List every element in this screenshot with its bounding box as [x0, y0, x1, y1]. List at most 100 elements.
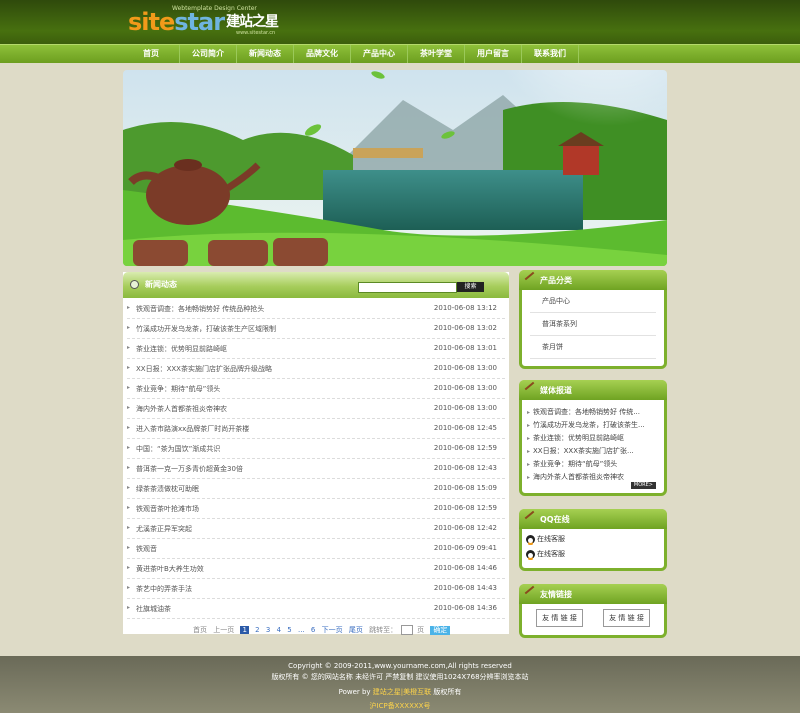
friend-links-header: 友情链接: [519, 584, 667, 604]
news-item-date: 2010-06-08 13:02: [433, 324, 497, 332]
bullet-icon: ▸: [127, 564, 131, 571]
category-item[interactable]: 产品中心: [530, 290, 656, 313]
category-item[interactable]: 普洱茶系列: [530, 313, 656, 336]
news-item-title[interactable]: 铁观音茶叶抢滩市场: [136, 504, 199, 514]
media-item[interactable]: ▸ 茶业竞争：期待“航母”领头: [522, 458, 664, 471]
news-list: ▸ 铁观音调查：各地畅销势好 传统品种抢头 2010-06-08 13:12 ▸ 竹溪成…: [123, 299, 509, 619]
news-item-title[interactable]: 绿茶茶渍做枕可助眠: [136, 484, 199, 494]
news-panel: 新闻动态 搜索 ▸ 铁观音调查：各地畅销势好 传统品种抢头 2010-06-08 1…: [123, 272, 509, 635]
news-row[interactable]: ▸ 进入茶市路演xx品牌茶厂时尚开茶楼 2010-06-08 12:45: [127, 419, 505, 439]
bullet-icon: ▸: [127, 524, 131, 531]
friend-link[interactable]: 友 情 链 接: [603, 609, 650, 627]
friend-link[interactable]: 友 情 链 接: [536, 609, 583, 627]
pager-ellipsis: ...: [297, 626, 305, 634]
pager-next[interactable]: 下一页: [322, 626, 343, 634]
pager-prev[interactable]: 上一页: [213, 626, 234, 634]
pager-goto-input[interactable]: [401, 625, 414, 635]
news-item-title[interactable]: 竹溪成功开发乌龙茶，打破该茶生产区域限制: [136, 324, 276, 334]
news-item-title[interactable]: 铁观音调查：各地畅销势好 传统品种抢头: [136, 304, 264, 314]
pager-page-2[interactable]: 2: [255, 626, 259, 634]
nav-brand[interactable]: 品牌文化: [294, 45, 351, 63]
qq-penguin-icon: [526, 534, 535, 545]
news-row[interactable]: ▸ 茶艺中的弄茶手法 2010-06-08 14:43: [127, 579, 505, 599]
news-title: 新闻动态: [145, 280, 177, 289]
bullet-icon: ▸: [527, 409, 531, 416]
pager-page-5[interactable]: 5: [287, 626, 291, 634]
bullet-icon: ▸: [527, 461, 531, 468]
news-item-title[interactable]: 黄进茶叶B大养生功效: [136, 564, 204, 574]
news-item-title[interactable]: 中国：“茶为国饮”渐成共识: [136, 444, 220, 454]
pen-icon: [524, 585, 535, 595]
header: Webtemplate Design Center sitestar 建站之星 w…: [0, 0, 800, 44]
search-input[interactable]: [358, 282, 457, 293]
news-row[interactable]: ▸ 社旗城油茶 2010-06-08 14:36: [127, 599, 505, 619]
pager-page-3[interactable]: 3: [266, 626, 270, 634]
nav-products[interactable]: 产品中心: [351, 45, 408, 63]
nav-tea-school[interactable]: 茶叶学堂: [408, 45, 465, 63]
bullet-icon: ▸: [127, 484, 131, 491]
nav-home[interactable]: 首页: [123, 45, 180, 63]
footer-power-link[interactable]: 建站之星: [373, 688, 401, 696]
media-item[interactable]: ▸ 竹溪成功开发乌龙茶，打破该茶生...: [522, 419, 664, 432]
news-row[interactable]: ▸ 竹溪成功开发乌龙茶，打破该茶生产区域限制 2010-06-08 13:02: [127, 319, 505, 339]
news-item-title[interactable]: 尤溪茶正异军突起: [136, 524, 192, 534]
news-item-title[interactable]: XX日报：XXX茶实施门店扩张品牌升级战略: [136, 364, 272, 374]
news-item-date: 2010-06-08 12:59: [433, 444, 497, 452]
news-item-title[interactable]: 海内外茶人首都茶祖炎帝神农: [136, 404, 227, 414]
news-row[interactable]: ▸ 铁观音调查：各地畅销势好 传统品种抢头 2010-06-08 13:12: [127, 299, 505, 319]
news-row[interactable]: ▸ 尤溪茶正异军突起 2010-06-08 12:42: [127, 519, 505, 539]
bullet-icon: ▸: [127, 384, 131, 391]
news-item-title[interactable]: 普洱茶一克一万多青价超黄金30倍: [136, 464, 243, 474]
friend-links-list: 友 情 链 接 友 情 链 接: [522, 604, 664, 632]
news-item-date: 2010-06-08 12:45: [433, 424, 497, 432]
pager-last[interactable]: 尾页: [349, 626, 363, 634]
nav-news[interactable]: 新闻动态: [237, 45, 294, 63]
news-row[interactable]: ▸ 海内外茶人首都茶祖炎帝神农 2010-06-08 13:00: [127, 399, 505, 419]
news-row[interactable]: ▸ 普洱茶一克一万多青价超黄金30倍 2010-06-08 12:43: [127, 459, 505, 479]
media-item[interactable]: ▸ 茶业连锁：优势明显前路崎岖: [522, 432, 664, 445]
pager-page-6[interactable]: 6: [311, 626, 315, 634]
qq-service-item[interactable]: 在线客服: [522, 547, 664, 562]
nav-about[interactable]: 公司简介: [180, 45, 237, 63]
bullet-icon: ▸: [127, 364, 131, 371]
footer-icp[interactable]: 沪ICP备XXXXXX号: [0, 701, 800, 711]
news-item-title[interactable]: 茶业连锁：优势明显前路崎岖: [136, 344, 227, 354]
news-item-title[interactable]: 社旗城油茶: [136, 604, 171, 614]
news-item-title[interactable]: 茶艺中的弄茶手法: [136, 584, 192, 594]
pager-goto-label: 跳转至：: [369, 626, 398, 634]
pager-page-4[interactable]: 4: [277, 626, 281, 634]
news-row[interactable]: ▸ 铁观音茶叶抢滩市场 2010-06-08 12:59: [127, 499, 505, 519]
more-button[interactable]: MORE>: [630, 482, 656, 489]
qq-service-item[interactable]: 在线客服: [522, 532, 664, 547]
footer-notice: 版权所有 © 您的网站名称 未经许可 严禁复制 建议使用1024X768分辨率浏…: [271, 673, 529, 681]
bullet-icon: ▸: [527, 422, 531, 429]
nav-guestbook[interactable]: 用户留言: [465, 45, 522, 63]
category-item[interactable]: 茶月饼: [530, 336, 656, 359]
nav-contact[interactable]: 联系我们: [522, 45, 579, 63]
logo-cn: 建站之星: [226, 14, 279, 30]
news-row[interactable]: ▸ 绿茶茶渍做枕可助眠 2010-06-08 15:09: [127, 479, 505, 499]
site-logo[interactable]: Webtemplate Design Center sitestar 建站之星 w…: [128, 5, 279, 36]
news-row[interactable]: ▸ XX日报：XXX茶实施门店扩张品牌升级战略 2010-06-08 13:00: [127, 359, 505, 379]
news-item-date: 2010-06-08 12:42: [433, 524, 497, 532]
news-row[interactable]: ▸ 黄进茶叶B大养生功效 2010-06-08 14:46: [127, 559, 505, 579]
news-row[interactable]: ▸ 茶业连锁：优势明显前路崎岖 2010-06-08 13:01: [127, 339, 505, 359]
footer-power-link-2[interactable]: |美橙互联: [401, 688, 431, 696]
pager-page-1[interactable]: 1: [240, 626, 249, 634]
news-row[interactable]: ▸ 中国：“茶为国饮”渐成共识 2010-06-08 12:59: [127, 439, 505, 459]
news-item-title[interactable]: 铁观音: [136, 544, 157, 554]
media-item[interactable]: ▸ 铁观音调查：各地畅销势好 传统...: [522, 406, 664, 419]
search-button[interactable]: 搜索: [457, 282, 484, 292]
bullet-icon: ▸: [127, 444, 131, 451]
news-row[interactable]: ▸ 铁观音 2010-06-09 09:41: [127, 539, 505, 559]
news-item-date: 2010-06-08 13:00: [433, 364, 497, 372]
pen-icon: [524, 510, 535, 520]
news-item-title[interactable]: 进入茶市路演xx品牌茶厂时尚开茶楼: [136, 424, 249, 434]
news-item-date: 2010-06-08 13:01: [433, 344, 497, 352]
media-item[interactable]: ▸ XX日报：XXX茶实施门店扩张...: [522, 445, 664, 458]
pager-first[interactable]: 首页: [193, 626, 207, 634]
news-item-title[interactable]: 茶业竞争：期待“航母”领头: [136, 384, 220, 394]
pager-go-button[interactable]: 确定: [430, 625, 451, 635]
news-row[interactable]: ▸ 茶业竞争：期待“航母”领头 2010-06-08 13:00: [127, 379, 505, 399]
bullet-icon: ▸: [127, 504, 131, 511]
